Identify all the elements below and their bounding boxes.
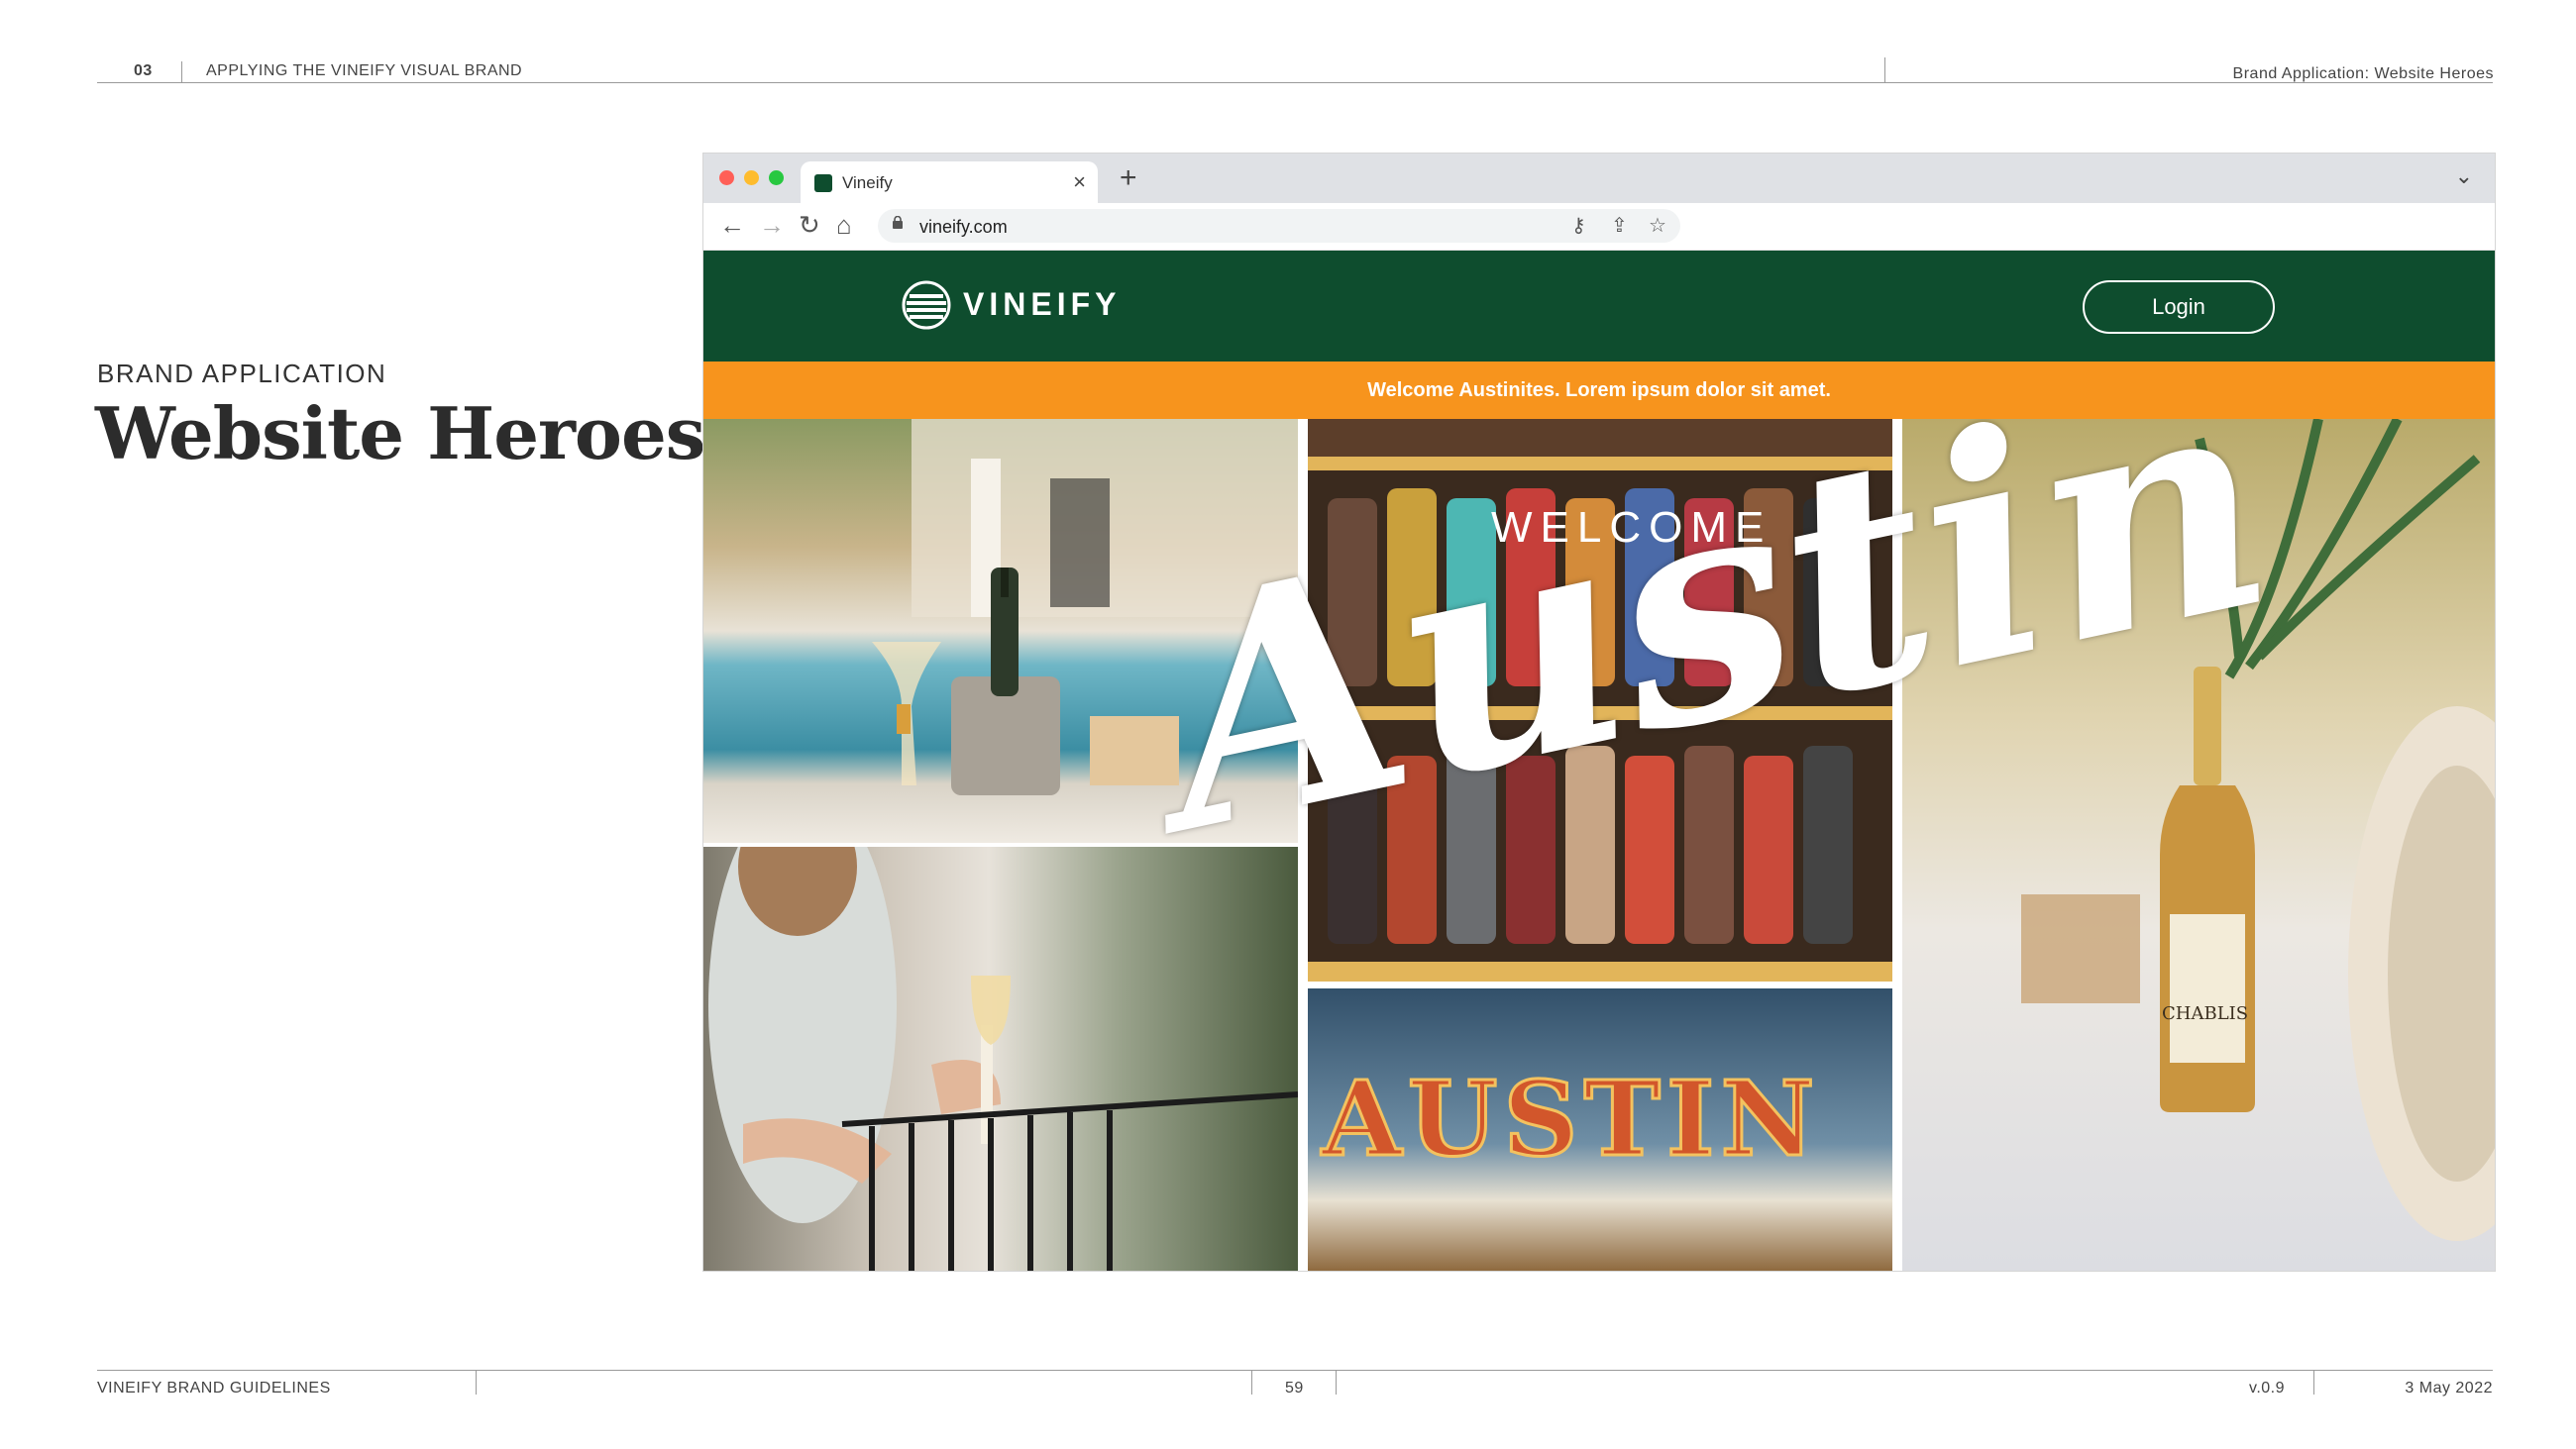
page-title: Website Heroes (95, 391, 705, 475)
header-divider-right (1884, 57, 1885, 82)
reload-icon[interactable]: ↻ (799, 210, 820, 241)
back-icon[interactable]: ← (719, 210, 745, 241)
eyebrow-label: BRAND APPLICATION (97, 359, 387, 388)
close-icon[interactable]: × (1073, 169, 1086, 195)
bookmark-star-icon[interactable]: ☆ (1649, 213, 1666, 238)
toast-illustration (708, 847, 1298, 1271)
home-icon[interactable]: ⌂ (836, 210, 852, 241)
chevron-down-icon[interactable]: ⌄ (2455, 163, 2473, 189)
hero-photo-toast (703, 847, 1298, 1271)
welcome-banner: Welcome Austinites. Lorem ipsum dolor si… (703, 362, 2495, 419)
site-header: VINEIFY Login (703, 251, 2495, 362)
url-text: vineify.com (919, 217, 1008, 237)
bottle-label-text: CHABLIS (2162, 1003, 2249, 1024)
logo-wordmark[interactable]: VINEIFY (963, 286, 1121, 323)
hero-collage: AUSTIN CHABLIS WELCOME Austin (703, 419, 2495, 1271)
favicon-icon (814, 174, 832, 192)
footer-page-number: 59 (1285, 1380, 1304, 1397)
footer-divider-2 (1251, 1370, 1252, 1395)
browser-window: Vineify × + ⌄ ← → ↻ ⌂ vineify.com ⚷ ⇪ ☆ (703, 154, 2495, 1271)
section-number: 03 (134, 62, 153, 79)
maximize-window-dot[interactable] (769, 170, 784, 185)
browser-tab[interactable]: Vineify × (801, 161, 1098, 203)
url-input[interactable]: vineify.com ⚷ ⇪ ☆ (878, 209, 1680, 243)
login-button[interactable]: Login (2083, 280, 2275, 334)
footer-divider-1 (476, 1370, 477, 1395)
new-tab-button[interactable]: + (1120, 161, 1137, 195)
tab-title: Vineify (842, 173, 893, 192)
address-bar: ← → ↻ ⌂ vineify.com ⚷ ⇪ ☆ (703, 203, 2495, 251)
browser-tab-bar: Vineify × + ⌄ (703, 154, 2495, 203)
vineify-logo-icon (902, 280, 951, 330)
austin-sign-text: AUSTIN (1321, 1057, 1821, 1182)
footer-divider-4 (2313, 1370, 2314, 1395)
footer-version: v.0.9 (2249, 1380, 2285, 1397)
footer-divider-3 (1336, 1370, 1337, 1395)
header-rule (97, 82, 2493, 83)
page-topic: Brand Application: Website Heroes (2232, 65, 2494, 82)
header-divider (181, 61, 182, 82)
footer-rule (97, 1370, 2493, 1371)
footer-doc-title: VINEIFY BRAND GUIDELINES (97, 1380, 331, 1397)
hero-photo-austin-sign: AUSTIN (1308, 988, 1892, 1271)
close-window-dot[interactable] (719, 170, 734, 185)
lock-icon (893, 216, 903, 229)
share-icon[interactable]: ⇪ (1611, 213, 1628, 238)
key-icon[interactable]: ⚷ (1571, 213, 1586, 238)
forward-icon[interactable]: → (759, 210, 785, 241)
footer-date: 3 May 2022 (2405, 1380, 2493, 1397)
minimize-window-dot[interactable] (744, 170, 759, 185)
section-title: APPLYING THE VINEIFY VISUAL BRAND (206, 62, 523, 79)
